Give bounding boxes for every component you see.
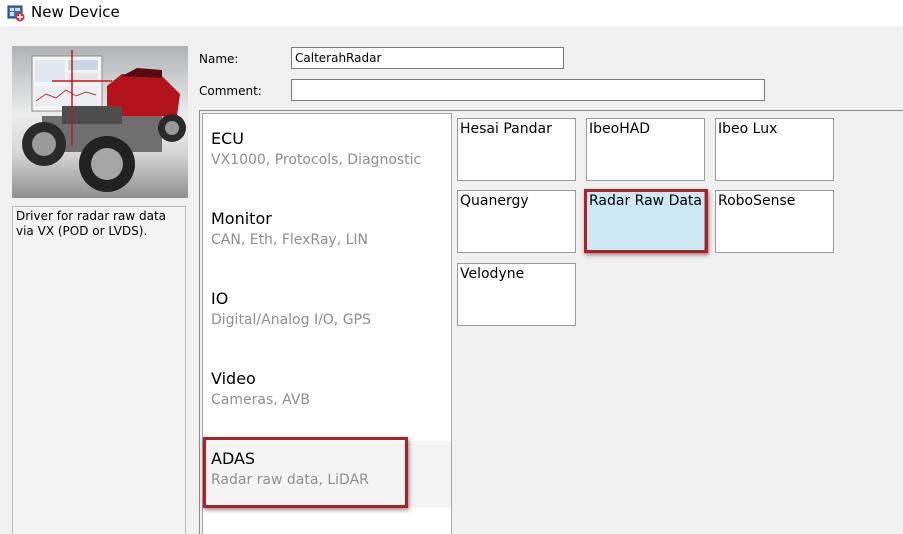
category-list: ECU VX1000, Protocols, Diagnostic Monito… — [202, 113, 452, 534]
device-tile-radar-raw-data[interactable]: Radar Raw Data — [586, 190, 705, 253]
category-subtitle: Cameras, AVB — [211, 392, 310, 408]
category-subtitle: Radar raw data, LiDAR — [211, 472, 369, 488]
category-name: ECU — [211, 129, 244, 148]
device-tile-hesai-pandar[interactable]: Hesai Pandar — [457, 118, 576, 181]
category-name: ADAS — [211, 449, 256, 468]
category-item-adas[interactable]: ADAS Radar raw data, LiDAR — [203, 441, 451, 507]
device-label: Ibeo Lux — [718, 121, 778, 137]
category-name: Video — [211, 369, 256, 388]
device-tile-robosense[interactable]: RoboSense — [715, 190, 834, 253]
device-label: Quanergy — [460, 193, 529, 209]
category-subtitle: VX1000, Protocols, Diagnostic — [211, 152, 422, 168]
category-item-ecu[interactable]: ECU VX1000, Protocols, Diagnostic — [203, 121, 451, 187]
name-input[interactable] — [291, 47, 564, 69]
device-label: Radar Raw Data — [589, 193, 702, 209]
description-text: Driver for radar raw data via VX (POD or… — [16, 209, 167, 238]
category-subtitle: Digital/Analog I/O, GPS — [211, 312, 371, 328]
title-bar: New Device — [0, 0, 903, 26]
category-item-video[interactable]: Video Cameras, AVB — [203, 361, 451, 427]
device-tile-ibeo-lux[interactable]: Ibeo Lux — [715, 118, 834, 181]
comment-input[interactable] — [291, 79, 765, 101]
device-label: Velodyne — [460, 266, 525, 282]
device-label: Hesai Pandar — [460, 121, 552, 137]
new-device-icon — [7, 5, 25, 22]
device-tile-velodyne[interactable]: Velodyne — [457, 263, 576, 326]
device-tile-quanergy[interactable]: Quanergy — [457, 190, 576, 253]
name-label: Name: — [199, 52, 239, 66]
device-label: IbeoHAD — [589, 121, 651, 137]
category-item-monitor[interactable]: Monitor CAN, Eth, FlexRay, LIN — [203, 201, 451, 267]
category-name: Monitor — [211, 209, 272, 228]
category-item-io[interactable]: IO Digital/Analog I/O, GPS — [203, 281, 451, 347]
device-tile-ibeohad[interactable]: IbeoHAD — [586, 118, 705, 181]
category-name: IO — [211, 289, 229, 308]
window-title: New Device — [31, 3, 120, 21]
description-panel: Driver for radar raw data via VX (POD or… — [12, 206, 186, 534]
comment-label: Comment: — [199, 84, 262, 98]
device-preview-image — [12, 46, 188, 198]
category-subtitle: CAN, Eth, FlexRay, LIN — [211, 232, 369, 248]
device-label: RoboSense — [718, 193, 796, 209]
